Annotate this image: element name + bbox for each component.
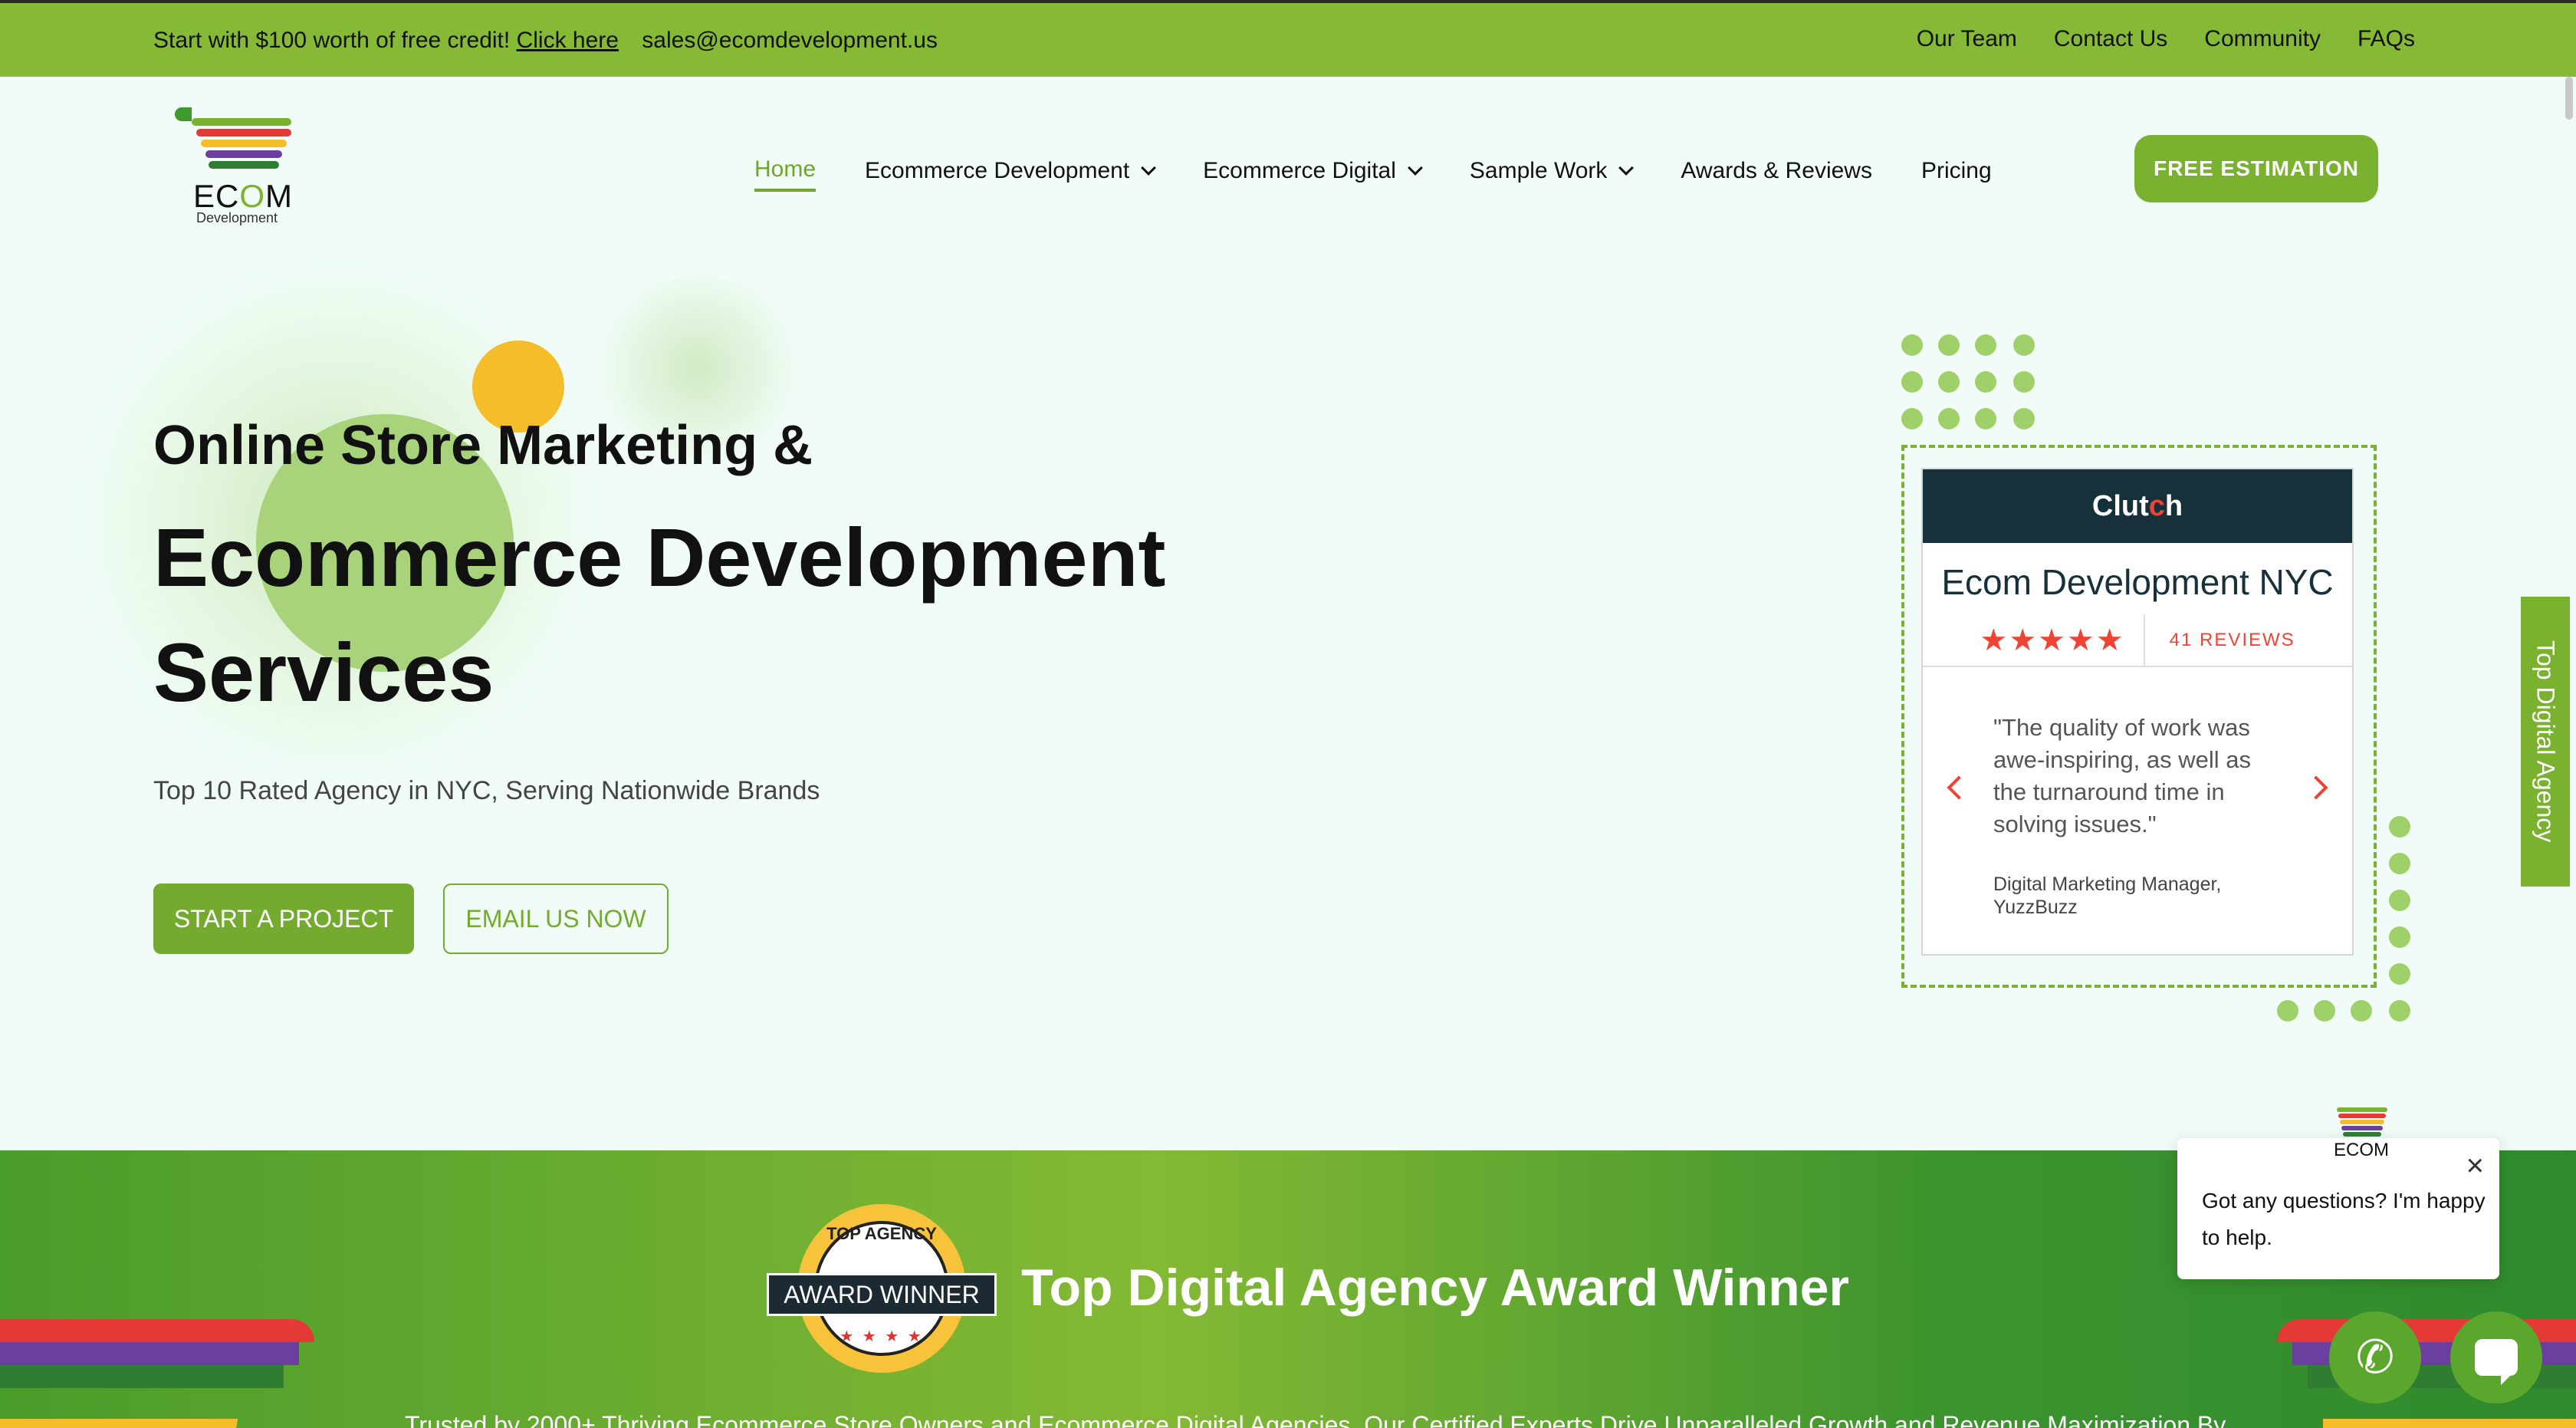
logo-cart-handle xyxy=(175,107,192,121)
nav-item-ecommerce-development[interactable]: Ecommerce Development xyxy=(865,158,1157,184)
nav-item-home[interactable]: Home xyxy=(754,156,816,192)
award-description: Trusted by 2000+ Thriving Ecommerce Stor… xyxy=(405,1411,2226,1428)
main-navigation: Home Ecommerce Development Ecommerce Dig… xyxy=(754,150,1992,192)
whatsapp-button[interactable]: ✆ xyxy=(2329,1311,2421,1403)
hero-title: Ecommerce Development Services xyxy=(153,511,1166,719)
clutch-company-name: Ecom Development NYC xyxy=(1941,562,2334,602)
close-icon[interactable]: × xyxy=(2466,1149,2484,1183)
whatsapp-icon: ✆ xyxy=(2355,1331,2395,1383)
page-scrollbar[interactable] xyxy=(2565,77,2573,120)
badge-stars-icon: ★ ★ ★ ★ xyxy=(840,1328,924,1345)
top-announcement-bar: Start with $100 worth of free credit! Cl… xyxy=(0,0,2576,77)
chevron-left-icon[interactable] xyxy=(1947,775,1971,800)
promo-message: Start with $100 worth of free credit! xyxy=(153,28,511,53)
rating-stars-icon: ★★★★★ xyxy=(1980,614,2145,666)
clutch-review-author: Digital Marketing Manager, YuzzBuzz xyxy=(1993,874,2222,918)
sales-email-link[interactable]: sales@ecomdevelopment.us xyxy=(642,28,938,53)
badge-top-text: TOP AGENCY xyxy=(826,1224,937,1243)
top-link-community[interactable]: Community xyxy=(2204,26,2321,52)
top-digital-agency-side-tab[interactable]: Top Digital Agency xyxy=(2521,597,2570,887)
logo-wordmark: ECOM xyxy=(193,178,294,214)
logo-subtitle: Development xyxy=(196,210,278,225)
nav-item-awards-reviews[interactable]: Awards & Reviews xyxy=(1681,158,1872,184)
clutch-review-widget[interactable]: Clut c h Ecom Development NYC ★★★★★ 41 REV… xyxy=(1921,468,2354,956)
clutch-review-quote: "The quality of work was awe-inspiring, … xyxy=(1993,714,2251,837)
logo-stripe-dark-green xyxy=(209,161,279,169)
chat-logo-text: ECOM xyxy=(2334,1140,2389,1160)
free-estimation-button[interactable]: FREE ESTIMATION xyxy=(2134,135,2378,202)
dots-decoration-right xyxy=(2389,816,2412,1031)
promo-link[interactable]: Click here xyxy=(517,28,619,53)
email-us-button[interactable]: EMAIL US NOW xyxy=(443,883,669,954)
nav-item-sample-work[interactable]: Sample Work xyxy=(1470,158,1635,184)
chevron-down-icon xyxy=(1618,160,1635,176)
dots-decoration-bottom xyxy=(2277,1000,2392,1023)
clutch-review-count[interactable]: 41 REVIEWS xyxy=(2145,630,2295,651)
chat-greeting-message: Got any questions? I'm happy to help. xyxy=(2202,1189,2486,1249)
chat-launcher-button[interactable] xyxy=(2450,1311,2542,1403)
top-link-faqs[interactable]: FAQs xyxy=(2358,26,2415,52)
nav-item-pricing[interactable]: Pricing xyxy=(1921,158,1992,184)
chat-bubble-icon xyxy=(2475,1339,2518,1385)
ecom-logo[interactable]: ECOM Development xyxy=(170,107,308,230)
hero-description: Top 10 Rated Agency in NYC, Serving Nati… xyxy=(153,776,820,805)
clutch-logo: Clut c h xyxy=(1923,469,2352,543)
stripes-decoration-left xyxy=(0,1319,314,1428)
logo-stripe-purple xyxy=(205,150,282,158)
award-title: Top Digital Agency Award Winner xyxy=(1021,1259,1849,1317)
top-links: Our Team Contact Us Community FAQs xyxy=(1917,26,2415,52)
dots-decoration-top xyxy=(1901,334,2055,434)
logo-stripe-green xyxy=(192,118,291,126)
chevron-down-icon xyxy=(1408,160,1423,176)
badge-ribbon: AWARD WINNER xyxy=(767,1273,997,1316)
logo-stripe-yellow xyxy=(201,140,287,147)
logo-stripe-red xyxy=(196,129,291,137)
chevron-down-icon xyxy=(1141,160,1157,176)
chevron-right-icon[interactable] xyxy=(2304,775,2328,800)
clutch-rating-row: ★★★★★ 41 REVIEWS xyxy=(1923,614,2352,667)
promo-text: Start with $100 worth of free credit! Cl… xyxy=(153,28,938,54)
award-badge: TOP AGENCY AWARD WINNER ★ ★ ★ ★ xyxy=(767,1204,997,1380)
site-header: ECOM Development Home Ecommerce Developm… xyxy=(0,77,2576,253)
top-link-our-team[interactable]: Our Team xyxy=(1917,26,2017,52)
start-project-button[interactable]: START A PROJECT xyxy=(153,883,414,954)
nav-item-ecommerce-digital[interactable]: Ecommerce Digital xyxy=(1203,158,1423,184)
hero-subtitle: Online Store Marketing & xyxy=(153,415,813,476)
top-link-contact-us[interactable]: Contact Us xyxy=(2054,26,2167,52)
chat-avatar-logo: ECOM xyxy=(2331,1104,2392,1173)
